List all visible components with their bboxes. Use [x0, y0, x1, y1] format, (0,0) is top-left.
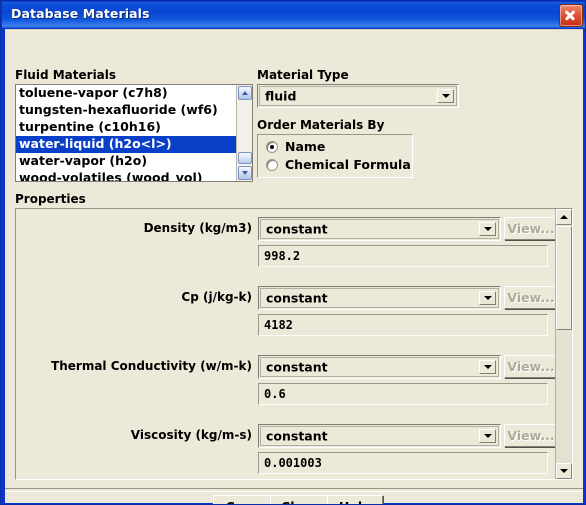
property-method-combo-viscosity[interactable]: constant [258, 424, 501, 448]
order-materials-by-group: Name Chemical Formula [257, 134, 413, 178]
property-value-viscosity: 0.001003 [264, 456, 322, 470]
chevron-down-icon[interactable] [479, 429, 496, 443]
property-label-viscosity: Viscosity (kg/m-s) [130, 428, 252, 442]
scroll-up-icon[interactable] [238, 86, 252, 100]
view-button-thermal-conductivity: View... [504, 355, 558, 378]
order-materials-by-label: Order Materials By [257, 118, 385, 132]
chevron-down-icon[interactable] [479, 222, 496, 236]
property-label-density: Density (kg/m3) [143, 221, 252, 235]
scroll-down-icon[interactable] [238, 166, 252, 180]
close-icon[interactable] [559, 4, 583, 27]
combo-inner: constant [260, 357, 499, 377]
property-method-value-thermal-conductivity: constant [266, 359, 328, 375]
property-method-value-viscosity: constant [266, 428, 328, 444]
scroll-down-icon[interactable] [556, 463, 572, 479]
material-type-label: Material Type [257, 68, 349, 82]
radio-checked-icon [266, 141, 278, 153]
list-item[interactable]: turpentine (c10h16) [16, 119, 236, 136]
fluid-materials-scrollbar[interactable] [236, 85, 252, 181]
material-type-combo-inner: fluid [259, 86, 457, 106]
fluid-materials-label: Fluid Materials [15, 68, 117, 82]
property-method-combo-density[interactable]: constant [258, 217, 501, 241]
list-item[interactable]: wood-volatiles (wood_vol) [16, 170, 236, 181]
chevron-down-icon[interactable] [437, 89, 454, 103]
list-item[interactable]: tungsten-hexafluoride (wf6) [16, 102, 236, 119]
properties-scrollbar[interactable] [555, 209, 572, 479]
radio-unchecked-icon [266, 159, 278, 171]
titlebar: Database Materials [2, 2, 585, 28]
property-value-thermal-conductivity: 0.6 [264, 387, 286, 401]
view-button-density: View... [504, 217, 558, 240]
property-value-cp: 4182 [264, 318, 293, 332]
property-method-combo-cp[interactable]: constant [258, 286, 501, 310]
window-title: Database Materials [11, 6, 150, 21]
material-type-value: fluid [265, 88, 297, 104]
chevron-down-icon[interactable] [479, 360, 496, 374]
radio-order-by-chemical-formula[interactable]: Chemical Formula [266, 156, 411, 174]
help-button[interactable]: Help [327, 495, 383, 504]
combo-inner: constant [260, 219, 499, 239]
property-method-value-density: constant [266, 221, 328, 237]
scroll-up-icon[interactable] [556, 209, 572, 225]
scrollbar-thumb[interactable] [238, 152, 252, 164]
property-value-field-density[interactable]: 998.2 [258, 245, 548, 267]
view-button-viscosity: View... [504, 424, 558, 447]
list-item-selected[interactable]: water-liquid (h2o<l>) [16, 136, 236, 153]
chevron-down-icon[interactable] [479, 291, 496, 305]
property-value-field-viscosity[interactable]: 0.001003 [258, 452, 548, 474]
fluid-materials-listbox[interactable]: toluene-vapor (c7h8) tungsten-hexafluori… [15, 84, 253, 182]
property-label-cp: Cp (j/kg-k) [181, 290, 252, 304]
property-method-value-cp: constant [266, 290, 328, 306]
combo-inner: constant [260, 288, 499, 308]
properties-panel: Density (kg/m3) constant View... 998.2 C… [15, 208, 573, 480]
scrollbar-thumb[interactable] [556, 226, 572, 330]
copy-button[interactable]: Copy [213, 495, 273, 504]
footer-separator [5, 488, 583, 492]
list-item[interactable]: toluene-vapor (c7h8) [16, 85, 236, 102]
combo-inner: constant [260, 426, 499, 446]
list-item[interactable]: water-vapor (h2o) [16, 153, 236, 170]
property-value-field-thermal-conductivity[interactable]: 0.6 [258, 383, 548, 405]
radio-label-chemical-formula: Chemical Formula [285, 157, 411, 172]
close-button[interactable]: Close [270, 495, 330, 504]
database-materials-window: Database Materials Fluid Materials tolue… [0, 0, 586, 505]
property-method-combo-thermal-conductivity[interactable]: constant [258, 355, 501, 379]
property-label-thermal-conductivity: Thermal Conductivity (w/m-k) [51, 359, 252, 373]
view-button-cp: View... [504, 286, 558, 309]
property-value-density: 998.2 [264, 249, 301, 263]
radio-label-name: Name [285, 139, 326, 154]
material-type-combo[interactable]: fluid [257, 84, 459, 108]
fluid-materials-list: toluene-vapor (c7h8) tungsten-hexafluori… [16, 85, 236, 181]
client-area: Fluid Materials toluene-vapor (c7h8) tun… [5, 29, 583, 504]
property-value-field-cp[interactable]: 4182 [258, 314, 548, 336]
radio-order-by-name[interactable]: Name [266, 138, 406, 156]
properties-label: Properties [15, 192, 86, 206]
